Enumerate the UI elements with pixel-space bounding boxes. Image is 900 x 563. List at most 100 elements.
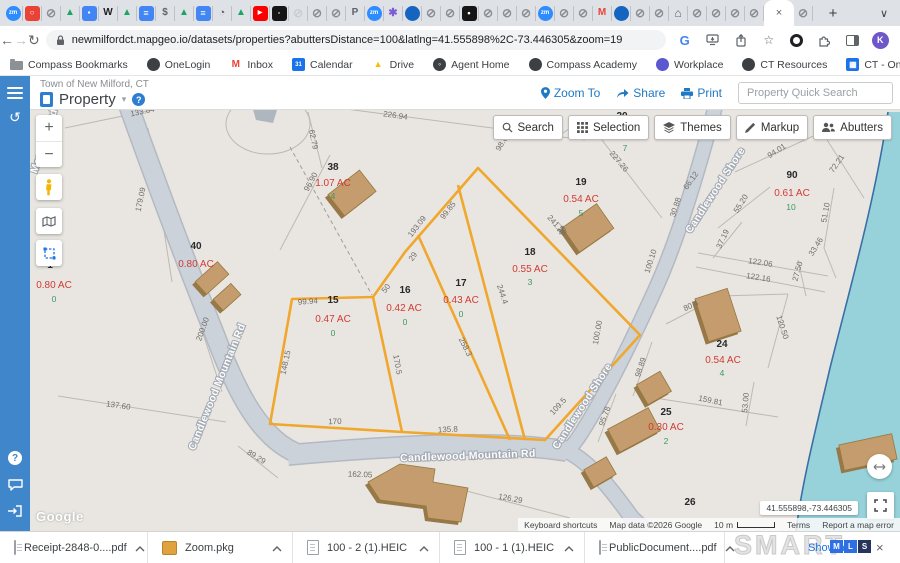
browser-tab[interactable]: ✱: [384, 6, 403, 21]
basemap-toggle-button[interactable]: [36, 208, 62, 234]
quick-search-input[interactable]: [745, 86, 891, 100]
abutters-button[interactable]: Abutters: [813, 115, 892, 140]
bookmark-item[interactable]: ▲Drive: [372, 58, 415, 71]
forward-button[interactable]: →: [14, 32, 28, 48]
terms-link[interactable]: Terms: [787, 520, 810, 530]
dataset-selector[interactable]: Property ▾ ?: [40, 91, 145, 108]
sidebar-help-icon[interactable]: ?: [8, 451, 22, 465]
tab-close-icon[interactable]: ×: [776, 8, 782, 19]
pan-extent-button[interactable]: [867, 454, 892, 479]
browser-tab[interactable]: ⊘: [726, 6, 745, 21]
zoom-in-button[interactable]: +: [36, 115, 62, 142]
share-button[interactable]: Share: [616, 86, 665, 100]
bookmark-item[interactable]: MInbox: [229, 58, 273, 71]
chevron-up-icon[interactable]: [564, 539, 574, 557]
zoom-out-button[interactable]: −: [36, 142, 62, 168]
bookmark-item[interactable]: Compass Academy: [529, 58, 637, 71]
browser-tab[interactable]: zm: [365, 6, 384, 21]
browser-tab[interactable]: ▫: [270, 6, 289, 21]
bookmark-item[interactable]: Compass Bookmarks: [10, 59, 128, 71]
side-panel-icon[interactable]: [844, 31, 862, 49]
browser-tab[interactable]: ▲: [61, 6, 80, 21]
themes-button[interactable]: Themes: [654, 115, 731, 140]
download-chip[interactable]: Zoom.pkg: [148, 532, 293, 563]
zoom-to-button[interactable]: Zoom To: [541, 86, 600, 100]
browser-tab[interactable]: ▲: [232, 6, 251, 21]
browser-tab[interactable]: ⊘: [517, 6, 536, 21]
bookmark-item[interactable]: Workplace: [656, 58, 723, 71]
browser-tab[interactable]: ⊘: [308, 6, 327, 21]
browser-tab[interactable]: ⊘: [794, 6, 813, 21]
download-chip[interactable]: 100 - 2 (1).HEIC: [293, 532, 440, 563]
bookmark-star-icon[interactable]: ☆: [760, 31, 778, 49]
markup-button[interactable]: Markup: [736, 115, 808, 140]
chevron-down-icon[interactable]: ▾: [122, 94, 127, 105]
browser-tab[interactable]: [403, 6, 422, 21]
browser-tab[interactable]: ⊘: [688, 6, 707, 21]
bookmark-item[interactable]: ◦Agent Home: [433, 58, 509, 71]
browser-tab[interactable]: ▲: [175, 6, 194, 21]
download-chip[interactable]: 100 - 1 (1).HEIC: [440, 532, 585, 563]
browser-tab[interactable]: zm: [4, 6, 23, 21]
bookmark-item[interactable]: OneLogin: [147, 58, 211, 71]
browser-tab[interactable]: ▪: [80, 6, 99, 21]
downloads-close-icon[interactable]: ×: [876, 540, 884, 555]
google-icon[interactable]: G: [676, 31, 694, 49]
browser-tab[interactable]: ⊘: [498, 6, 517, 21]
chevron-up-icon[interactable]: [272, 539, 282, 557]
download-chip[interactable]: Receipt-2848-0....pdf: [0, 532, 148, 563]
search-button[interactable]: Search: [493, 115, 563, 140]
browser-tab[interactable]: ⊘: [650, 6, 669, 21]
street-view-pegman[interactable]: [36, 174, 62, 200]
bookmark-item[interactable]: ▦CT - Onboarding...: [846, 58, 900, 71]
tab-overflow-chevron-icon[interactable]: ∨: [880, 7, 888, 20]
browser-tab[interactable]: M: [593, 6, 612, 21]
browser-tab[interactable]: ⊘: [479, 6, 498, 21]
browser-tab[interactable]: [612, 6, 631, 21]
bookmark-item[interactable]: 31Calendar: [292, 58, 353, 71]
browser-tab[interactable]: ≡: [137, 6, 156, 21]
browser-tab[interactable]: ○: [23, 6, 42, 21]
chevron-up-icon[interactable]: [419, 539, 429, 557]
fullscreen-button[interactable]: [867, 492, 894, 519]
new-tab-button[interactable]: +: [823, 5, 843, 22]
feedback-chat-icon[interactable]: [8, 479, 23, 491]
browser-tab[interactable]: ◔: [213, 6, 232, 21]
browser-tab[interactable]: ⊘: [422, 6, 441, 21]
history-icon[interactable]: ↺: [9, 109, 21, 126]
sign-in-icon[interactable]: [8, 505, 22, 517]
extensions-puzzle-icon[interactable]: [816, 31, 834, 49]
browser-tab[interactable]: ⊘: [327, 6, 346, 21]
bookmark-item[interactable]: CT Resources: [742, 58, 827, 71]
browser-tab[interactable]: ⊘: [441, 6, 460, 21]
browser-tab[interactable]: ⊘: [574, 6, 593, 21]
extension-circle-icon[interactable]: [788, 31, 806, 49]
reload-button[interactable]: ↻: [28, 32, 40, 49]
browser-tab-active[interactable]: ×: [764, 0, 794, 26]
profile-avatar[interactable]: K: [872, 32, 889, 49]
browser-tab[interactable]: zm: [536, 6, 555, 21]
address-bar[interactable]: newmilfordct.mapgeo.io/datasets/properti…: [46, 30, 666, 50]
browser-tab[interactable]: ⊘: [289, 6, 308, 21]
download-chip[interactable]: PublicDocument....pdf: [585, 532, 725, 563]
browser-tab[interactable]: ⊘: [555, 6, 574, 21]
browser-tab[interactable]: W: [99, 6, 118, 21]
browser-tab[interactable]: ≡: [194, 6, 213, 21]
print-button[interactable]: Print: [681, 86, 722, 100]
report-map-error-link[interactable]: Report a map error: [822, 520, 894, 530]
measure-selection-button[interactable]: [36, 240, 62, 266]
browser-tab[interactable]: ⊘: [707, 6, 726, 21]
browser-tab[interactable]: $: [156, 6, 175, 21]
browser-tab[interactable]: •: [460, 6, 479, 21]
browser-tab[interactable]: P: [346, 6, 365, 21]
selection-button[interactable]: Selection: [568, 115, 649, 140]
browser-tab[interactable]: ⌂: [669, 6, 688, 21]
menu-hamburger-icon[interactable]: [7, 87, 23, 99]
back-button[interactable]: ←: [0, 32, 14, 48]
browser-tab[interactable]: ⊘: [631, 6, 650, 21]
browser-tab[interactable]: ⊘: [745, 6, 764, 21]
browser-tab[interactable]: ⊘: [42, 6, 61, 21]
browser-tab[interactable]: ▶: [251, 6, 270, 21]
map-canvas[interactable]: 133.84226.9462.7996.90179.09200.00148.15…: [30, 110, 900, 531]
help-icon[interactable]: ?: [132, 93, 145, 106]
